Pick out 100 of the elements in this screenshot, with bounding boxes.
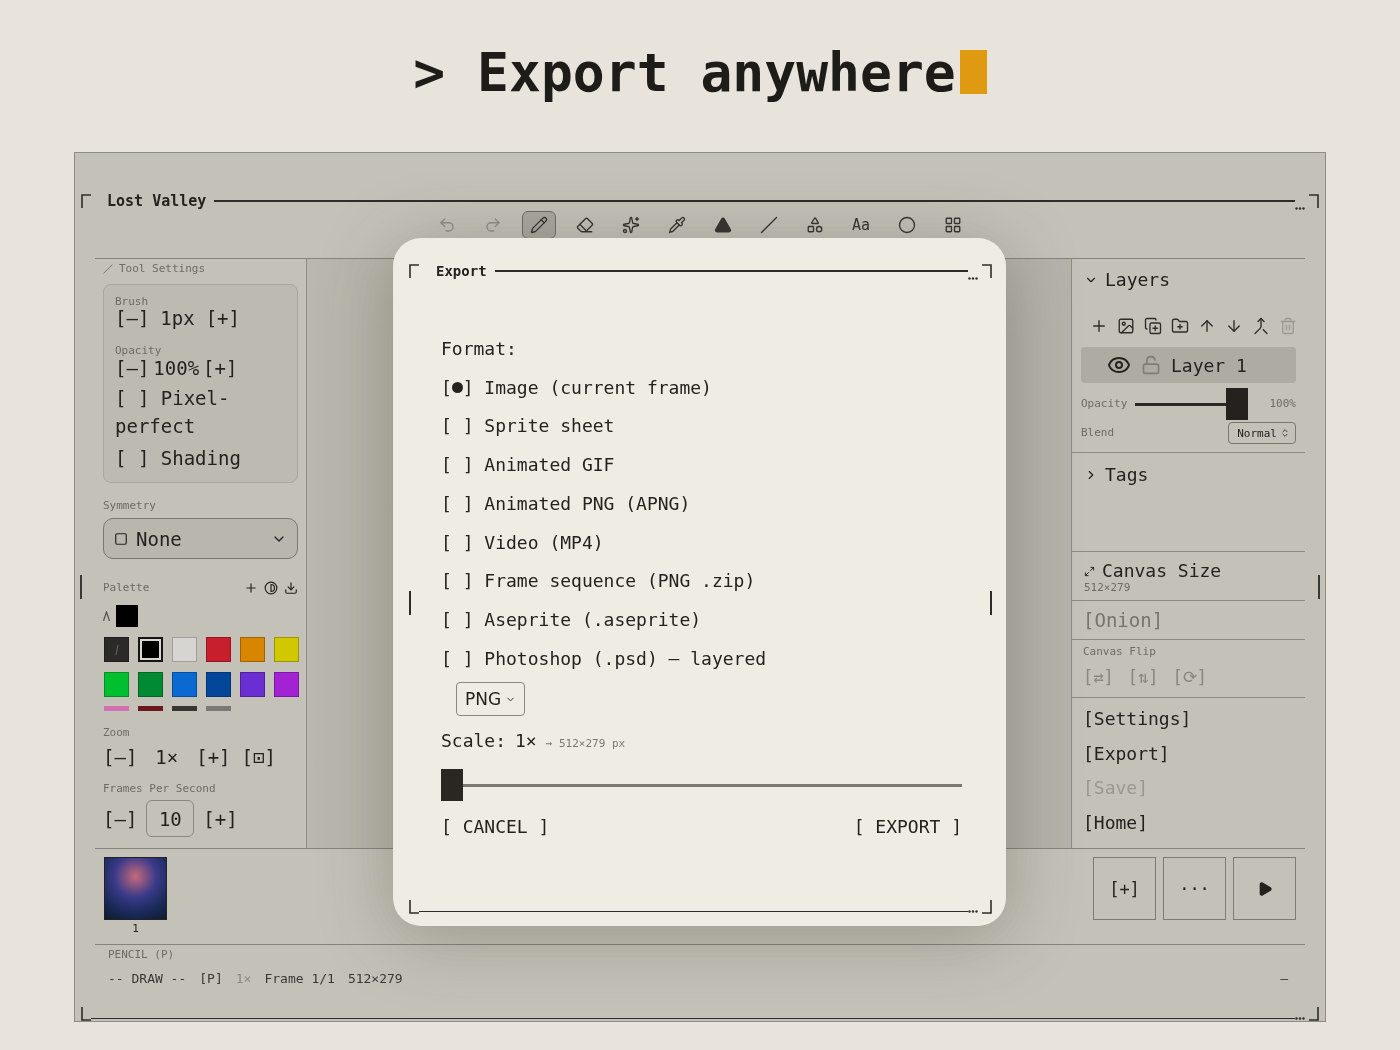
field-label: Blend: [1081, 426, 1115, 440]
scale-slider[interactable]: [441, 769, 962, 802]
frame-corner: [982, 264, 992, 278]
section-header[interactable]: Canvas Size: [1084, 560, 1305, 582]
plus-icon[interactable]: [244, 581, 258, 595]
contrast-icon[interactable]: [264, 581, 278, 595]
panel-title: Tool Settings: [119, 262, 206, 276]
zoom-in-button[interactable]: [+]: [196, 743, 231, 771]
slider-thumb[interactable]: [441, 769, 463, 802]
radio-option[interactable]: [ ] Frame sequence (PNG .zip): [441, 562, 962, 601]
down-layer-button[interactable]: [1225, 317, 1243, 335]
timeline-button[interactable]: ···: [1163, 857, 1226, 920]
color-swatch[interactable]: [138, 706, 163, 711]
merge-icon: [1252, 317, 1270, 335]
scale-value: 1×: [515, 729, 537, 754]
blend-select[interactable]: Normal: [1228, 422, 1296, 444]
ellipsis-icon: [968, 277, 978, 280]
color-swatch[interactable]: [104, 706, 129, 711]
radio-dot: [451, 382, 463, 394]
play-button[interactable]: [1233, 857, 1296, 920]
square-icon: [114, 531, 128, 546]
increase-button[interactable]: [+]: [203, 356, 238, 380]
checkbox-option[interactable]: [ ] Pixel-perfect: [115, 384, 287, 440]
stepper-value: 1px: [160, 306, 195, 330]
photo-placeholder[interactable]: [104, 857, 167, 920]
increase-button[interactable]: [+]: [203, 804, 238, 833]
image-layer-button[interactable]: [1117, 317, 1135, 335]
field-label: Frames Per Second: [103, 782, 217, 796]
status-item: Frame 1/1: [264, 970, 335, 988]
folder-layer-button[interactable]: [1171, 317, 1189, 335]
canvas-size-value: 512×279: [1084, 582, 1132, 594]
radio-option[interactable]: [ ] Image (current frame): [441, 368, 962, 408]
checkbox-option[interactable]: [ ] Shading: [115, 444, 287, 472]
duplicate-icon: [1144, 317, 1162, 335]
timeline-button[interactable]: [+]: [1093, 857, 1156, 920]
zoom-value: 1×: [155, 745, 179, 770]
stepper-label: Opacity: [115, 344, 163, 358]
field-label: Zoom: [103, 726, 131, 740]
status-item: 512×279: [347, 970, 403, 988]
stepper-value: 100%: [153, 356, 200, 380]
arrow-down-icon: [1225, 317, 1243, 335]
pencil-tool-button[interactable]: [522, 211, 556, 239]
field-label: Symmetry: [103, 499, 157, 513]
menu-link[interactable]: [Export]: [1083, 736, 1305, 771]
folder-plus-icon: [1171, 317, 1189, 335]
color-swatch[interactable]: [206, 706, 231, 711]
scale-result: → 512×279 px: [545, 736, 626, 753]
section-header[interactable]: Tags: [1084, 463, 1305, 487]
color-swatch[interactable]: [172, 706, 197, 711]
section-header[interactable]: Layers: [1084, 268, 1305, 292]
fps-field[interactable]: 10: [146, 800, 195, 837]
image-icon: [1117, 317, 1135, 335]
dialog-title: Export: [436, 263, 487, 279]
status-item: -- DRAW --: [108, 970, 187, 988]
menu-link[interactable]: [Settings]: [1083, 702, 1305, 737]
add-layer-button[interactable]: [1090, 317, 1108, 335]
radio-option[interactable]: [ ] Animated GIF: [441, 446, 962, 485]
chevrons-icon: [1280, 428, 1290, 438]
radio-option[interactable]: [ ] Animated PNG (APNG): [441, 484, 962, 524]
field-label: Palette: [103, 581, 151, 595]
frame-corner: [982, 900, 992, 914]
frame-corner: [81, 194, 91, 208]
radio-option[interactable]: [ ] Aseprite (.aseprite): [441, 600, 962, 640]
caret-icon: [103, 611, 110, 621]
frame-corner: [1309, 1007, 1319, 1021]
menu-link[interactable]: [Home]: [1083, 805, 1305, 840]
radio-option[interactable]: [ ] Video (MP4): [441, 523, 962, 563]
download-icon[interactable]: [284, 581, 298, 595]
decrease-button[interactable]: [–]: [115, 356, 150, 380]
radio-option[interactable]: [ ] Sprite sheet: [441, 407, 962, 447]
merge-layer-button[interactable]: [1252, 317, 1270, 335]
zoom-out-button[interactable]: [–]: [103, 743, 138, 771]
text-tool-button[interactable]: Aa: [844, 211, 878, 239]
radio-option[interactable]: [ ] Photoshop (.psd) — layered: [441, 639, 962, 679]
up-layer-button[interactable]: [1198, 317, 1216, 335]
scale-label: Scale:: [441, 729, 507, 754]
status-item: [P]: [199, 970, 223, 988]
field-label: Opacity: [1081, 397, 1128, 411]
format-label: Format:: [441, 337, 518, 361]
duplicate-layer-button[interactable]: [1144, 317, 1162, 335]
layer-row[interactable]: Layer 1: [1081, 347, 1296, 383]
zoom-fit-button[interactable]: [⊡]: [241, 743, 276, 771]
slash-icon: [103, 264, 113, 274]
tool-mode: PENCIL (P): [108, 948, 176, 962]
frame-corner: [81, 1007, 91, 1021]
format-select[interactable]: PNG: [456, 682, 526, 717]
color-swatch[interactable]: [138, 637, 163, 662]
decrease-button[interactable]: [–]: [103, 804, 138, 833]
status-item: 1×: [235, 970, 252, 988]
export-button[interactable]: [ EXPORT ]: [853, 808, 962, 847]
slider-thumb[interactable]: [1225, 388, 1248, 420]
frame-corner: [409, 900, 419, 914]
decrease-button[interactable]: [–]: [115, 306, 150, 330]
increase-button[interactable]: [+]: [205, 306, 240, 330]
trash-icon: [1279, 317, 1297, 335]
slash-icon: [114, 644, 119, 655]
cancel-button[interactable]: [ CANCEL ]: [441, 808, 550, 847]
field-label: Canvas Flip: [1083, 645, 1157, 659]
symmetry-dropdown[interactable]: None: [103, 518, 298, 559]
window-title: Lost Valley: [107, 192, 207, 210]
